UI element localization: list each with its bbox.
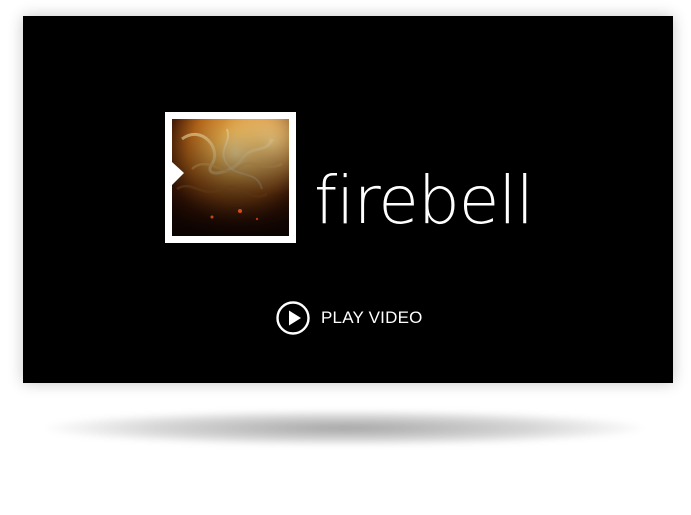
brand-wordmark: firebell: [314, 162, 534, 239]
play-video-button[interactable]: PLAY VIDEO: [276, 301, 423, 335]
video-player[interactable]: firebell PLAY VIDEO: [23, 16, 673, 383]
play-circle-icon[interactable]: [276, 301, 310, 335]
frame-shadow: [45, 410, 645, 446]
firebell-logo: [165, 112, 296, 243]
page: firebell PLAY VIDEO: [0, 0, 691, 515]
fire-flame-logo-icon: [172, 119, 289, 236]
play-video-label[interactable]: PLAY VIDEO: [321, 308, 423, 328]
